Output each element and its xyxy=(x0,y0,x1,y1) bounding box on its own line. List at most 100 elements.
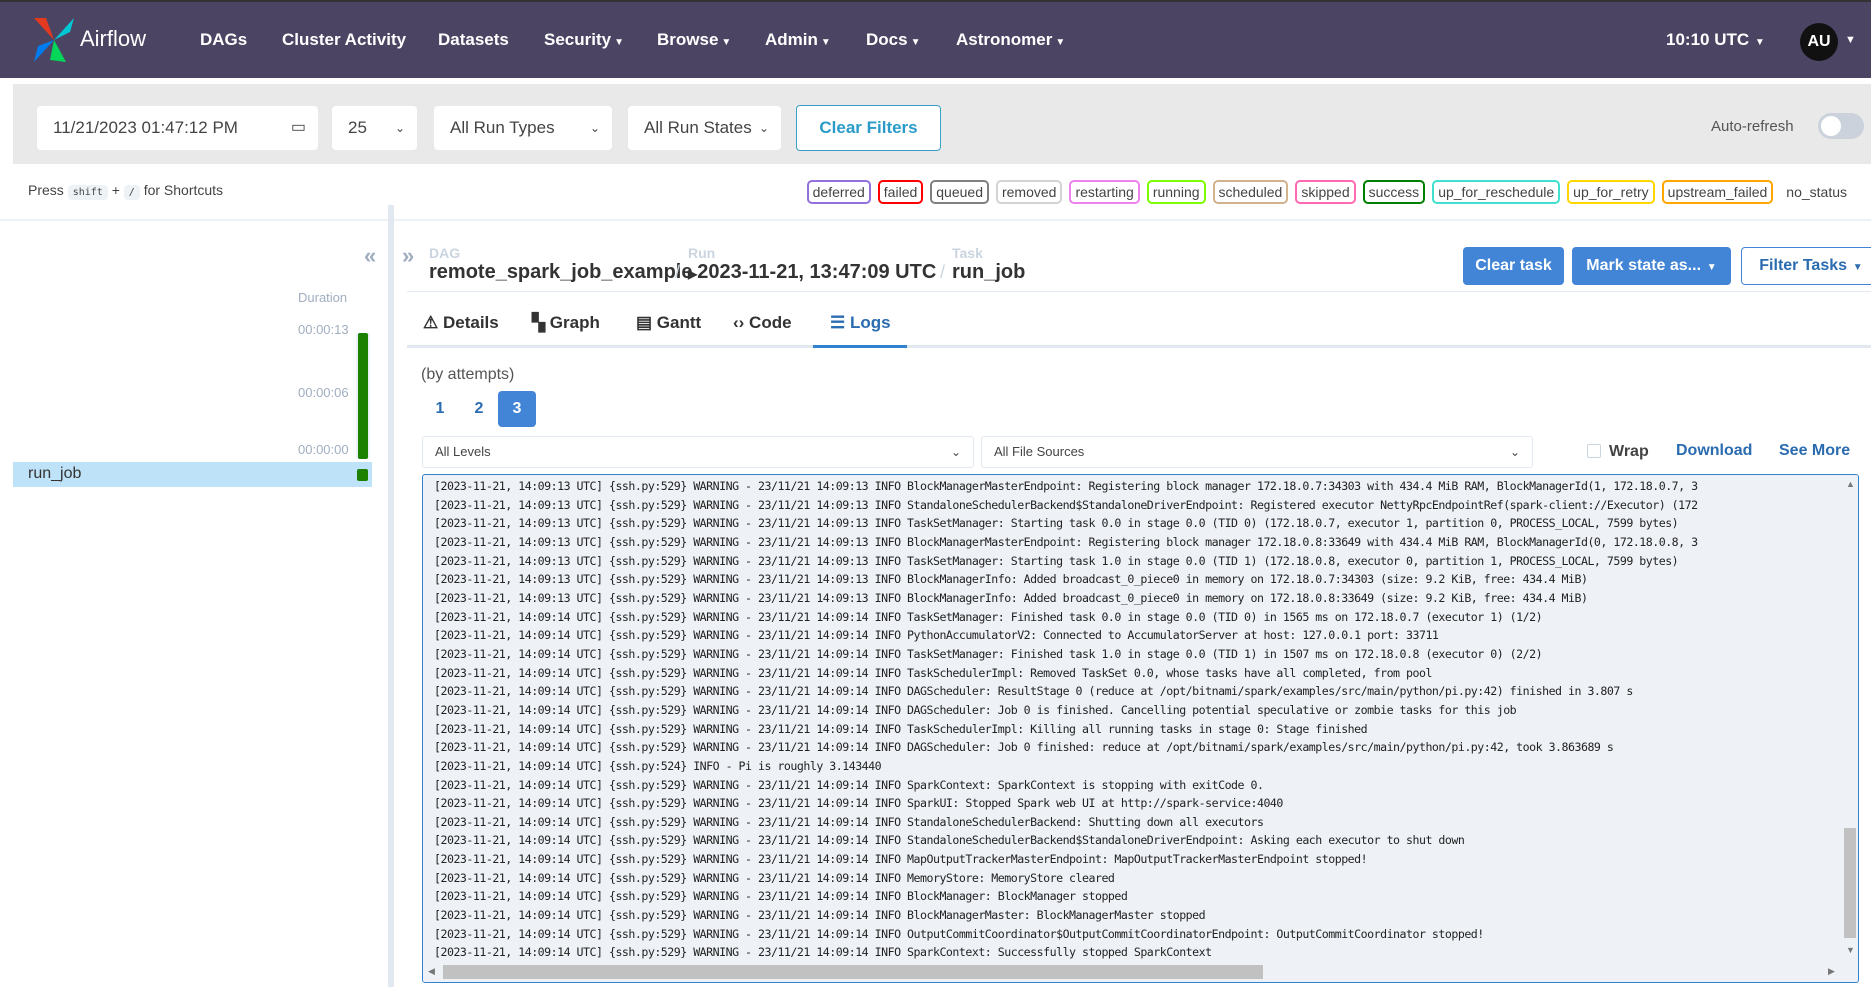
nav-admin[interactable]: Admin ▼ xyxy=(765,30,831,50)
legend-badge-queued[interactable]: queued xyxy=(930,180,989,204)
num-runs-select[interactable]: 25 ⌄ xyxy=(332,106,417,150)
nav-docs[interactable]: Docs ▼ xyxy=(866,30,920,50)
filter-tasks-button[interactable]: Filter Tasks ▼ xyxy=(1741,247,1871,285)
file-source-select[interactable]: All File Sources ⌄ xyxy=(981,436,1533,468)
legend-badge-skipped[interactable]: skipped xyxy=(1295,180,1356,204)
legend-badge-upstream-failed[interactable]: upstream_failed xyxy=(1661,180,1774,204)
breadcrumb-task[interactable]: Task run_job xyxy=(952,245,1025,284)
run-duration-bar[interactable] xyxy=(356,333,370,459)
legend-badge-up-for-retry[interactable]: up_for_retry xyxy=(1567,180,1655,204)
wrap-label: Wrap xyxy=(1609,443,1649,460)
run-state-select[interactable]: All Run States ⌄ xyxy=(628,106,781,150)
nav-label: Security xyxy=(544,30,612,49)
auto-refresh-toggle[interactable] xyxy=(1818,113,1864,139)
airflow-logo-icon[interactable] xyxy=(30,16,78,64)
duration-tick: 00:00:00 xyxy=(298,442,349,457)
attempt-1-button[interactable]: 1 xyxy=(421,391,459,427)
log-level-select[interactable]: All Levels ⌄ xyxy=(422,436,974,468)
panel-resize-handle[interactable] xyxy=(388,205,394,987)
nav-label: DAGs xyxy=(200,30,248,49)
expand-details-icon[interactable]: » xyxy=(402,243,414,269)
calendar-icon[interactable]: ▭ xyxy=(291,106,306,150)
status-legend: deferred failed queued removed restarting run… xyxy=(806,180,1853,204)
log-line: [2023-11-21, 14:09:14 UTC] {ssh.py:529} … xyxy=(434,646,1543,661)
tab-graph[interactable]: ▚ Graph xyxy=(532,313,600,333)
clear-task-button[interactable]: Clear task xyxy=(1463,247,1564,285)
user-avatar[interactable]: AU xyxy=(1800,23,1838,61)
scrollbar-thumb[interactable] xyxy=(1844,828,1856,938)
nav-security[interactable]: Security ▼ xyxy=(544,30,624,50)
see-more-link[interactable]: See More xyxy=(1779,442,1850,460)
breadcrumb-label: Task xyxy=(952,245,983,261)
auto-refresh-label: Auto-refresh xyxy=(1711,118,1794,135)
tab-label: Logs xyxy=(849,313,891,332)
breadcrumb-run[interactable]: Run ▶2023-11-21, 13:47:09 UTC xyxy=(688,245,936,284)
log-line: [2023-11-21, 14:09:14 UTC] {ssh.py:524} … xyxy=(434,758,882,773)
nav-cluster-activity[interactable]: Cluster Activity xyxy=(282,30,406,50)
clear-filters-button[interactable]: Clear Filters xyxy=(796,105,941,151)
hint-text: for Shortcuts xyxy=(143,182,224,198)
attempt-2-button[interactable]: 2 xyxy=(460,391,498,427)
legend-badge-up-for-reschedule[interactable]: up_for_reschedule xyxy=(1432,180,1561,204)
checkbox-icon[interactable] xyxy=(1587,444,1601,458)
log-line: [2023-11-21, 14:09:13 UTC] {ssh.py:529} … xyxy=(434,572,1588,587)
legend-badge-removed[interactable]: removed xyxy=(995,180,1063,204)
nav-dags[interactable]: DAGs xyxy=(200,30,247,50)
brand-name[interactable]: Airflow xyxy=(80,26,146,52)
tab-code[interactable]: ‹› Code xyxy=(733,313,792,333)
nav-browse[interactable]: Browse ▼ xyxy=(657,30,731,50)
tab-bar xyxy=(407,345,1871,348)
timezone-dropdown[interactable]: 10:10 UTC ▼ xyxy=(1666,30,1765,50)
wrap-checkbox[interactable]: Wrap xyxy=(1587,443,1649,461)
warning-triangle-icon: ⚠ xyxy=(423,313,443,332)
run-type-select[interactable]: All Run Types ⌄ xyxy=(434,106,612,150)
run-duration-fill[interactable] xyxy=(358,333,368,459)
base-date-input[interactable]: 11/21/2023 01:47:12 PM ▭ xyxy=(37,106,318,150)
duration-tick: 00:00:06 xyxy=(298,385,349,400)
legend-badge-scheduled[interactable]: scheduled xyxy=(1212,180,1289,204)
legend-badge-deferred[interactable]: deferred xyxy=(806,180,871,204)
attempt-3-button[interactable]: 3 xyxy=(498,391,536,427)
legend-badge-failed[interactable]: failed xyxy=(877,180,924,204)
caret-down-icon: ▼ xyxy=(721,37,732,48)
download-link[interactable]: Download xyxy=(1676,442,1752,460)
log-line: [2023-11-21, 14:09:14 UTC] {ssh.py:529} … xyxy=(434,665,1432,680)
scrollbar-thumb[interactable] xyxy=(443,965,1263,979)
tab-label: Code xyxy=(749,313,792,332)
run-type-value: All Run Types xyxy=(450,118,555,137)
play-icon: ▶ xyxy=(688,267,698,281)
caret-down-icon[interactable]: ▼ xyxy=(1845,34,1856,46)
collapse-grid-icon[interactable]: « xyxy=(364,243,376,269)
tab-details[interactable]: ⚠ Details xyxy=(423,313,499,333)
task-row-run-job[interactable]: run_job xyxy=(13,462,372,487)
horizontal-scrollbar[interactable]: ◀ ▶ xyxy=(423,962,1843,982)
duration-label: Duration xyxy=(298,290,348,305)
tab-gantt[interactable]: ▤ Gantt xyxy=(636,313,701,333)
log-line: [2023-11-21, 14:09:14 UTC] {ssh.py:529} … xyxy=(434,926,1484,941)
date-value: 11/21/2023 01:47:12 PM xyxy=(53,118,238,137)
nav-datasets[interactable]: Datasets xyxy=(438,30,509,50)
run-state-value: All Run States xyxy=(644,118,752,137)
tab-logs[interactable]: ☰ Logs xyxy=(830,313,891,333)
scroll-right-icon[interactable]: ▶ xyxy=(1828,966,1835,977)
legend-badge-restarting[interactable]: restarting xyxy=(1069,180,1140,204)
breadcrumb-dag[interactable]: DAG remote_spark_job_example xyxy=(429,245,692,284)
scroll-down-icon[interactable]: ▼ xyxy=(1846,945,1855,955)
nav-label: Cluster Activity xyxy=(282,30,407,49)
nav-astronomer[interactable]: Astronomer ▼ xyxy=(956,30,1065,50)
code-icon: ‹› xyxy=(733,313,750,332)
chevron-down-icon: ⌄ xyxy=(950,445,961,459)
task-instance-status[interactable] xyxy=(357,469,368,481)
legend-badge-success[interactable]: success xyxy=(1362,180,1426,204)
mark-state-button[interactable]: Mark state as... ▼ xyxy=(1572,247,1731,285)
log-lines: [2023-11-21, 14:09:13 UTC] {ssh.py:529} … xyxy=(434,477,1834,962)
scroll-left-icon[interactable]: ◀ xyxy=(428,966,435,977)
legend-badge-no-status[interactable]: no_status xyxy=(1780,180,1853,204)
legend-badge-running[interactable]: running xyxy=(1146,180,1206,204)
scroll-up-icon[interactable]: ▲ xyxy=(1846,479,1855,489)
log-line: [2023-11-21, 14:09:13 UTC] {ssh.py:529} … xyxy=(434,534,1698,549)
vertical-scrollbar[interactable]: ▲ ▼ xyxy=(1842,475,1858,963)
filter-bar: 11/21/2023 01:47:12 PM ▭ 25 ⌄ All Run Type… xyxy=(13,84,1871,164)
log-line: [2023-11-21, 14:09:13 UTC] {ssh.py:529} … xyxy=(434,516,1679,531)
log-viewer[interactable]: [2023-11-21, 14:09:13 UTC] {ssh.py:529} … xyxy=(422,474,1859,983)
